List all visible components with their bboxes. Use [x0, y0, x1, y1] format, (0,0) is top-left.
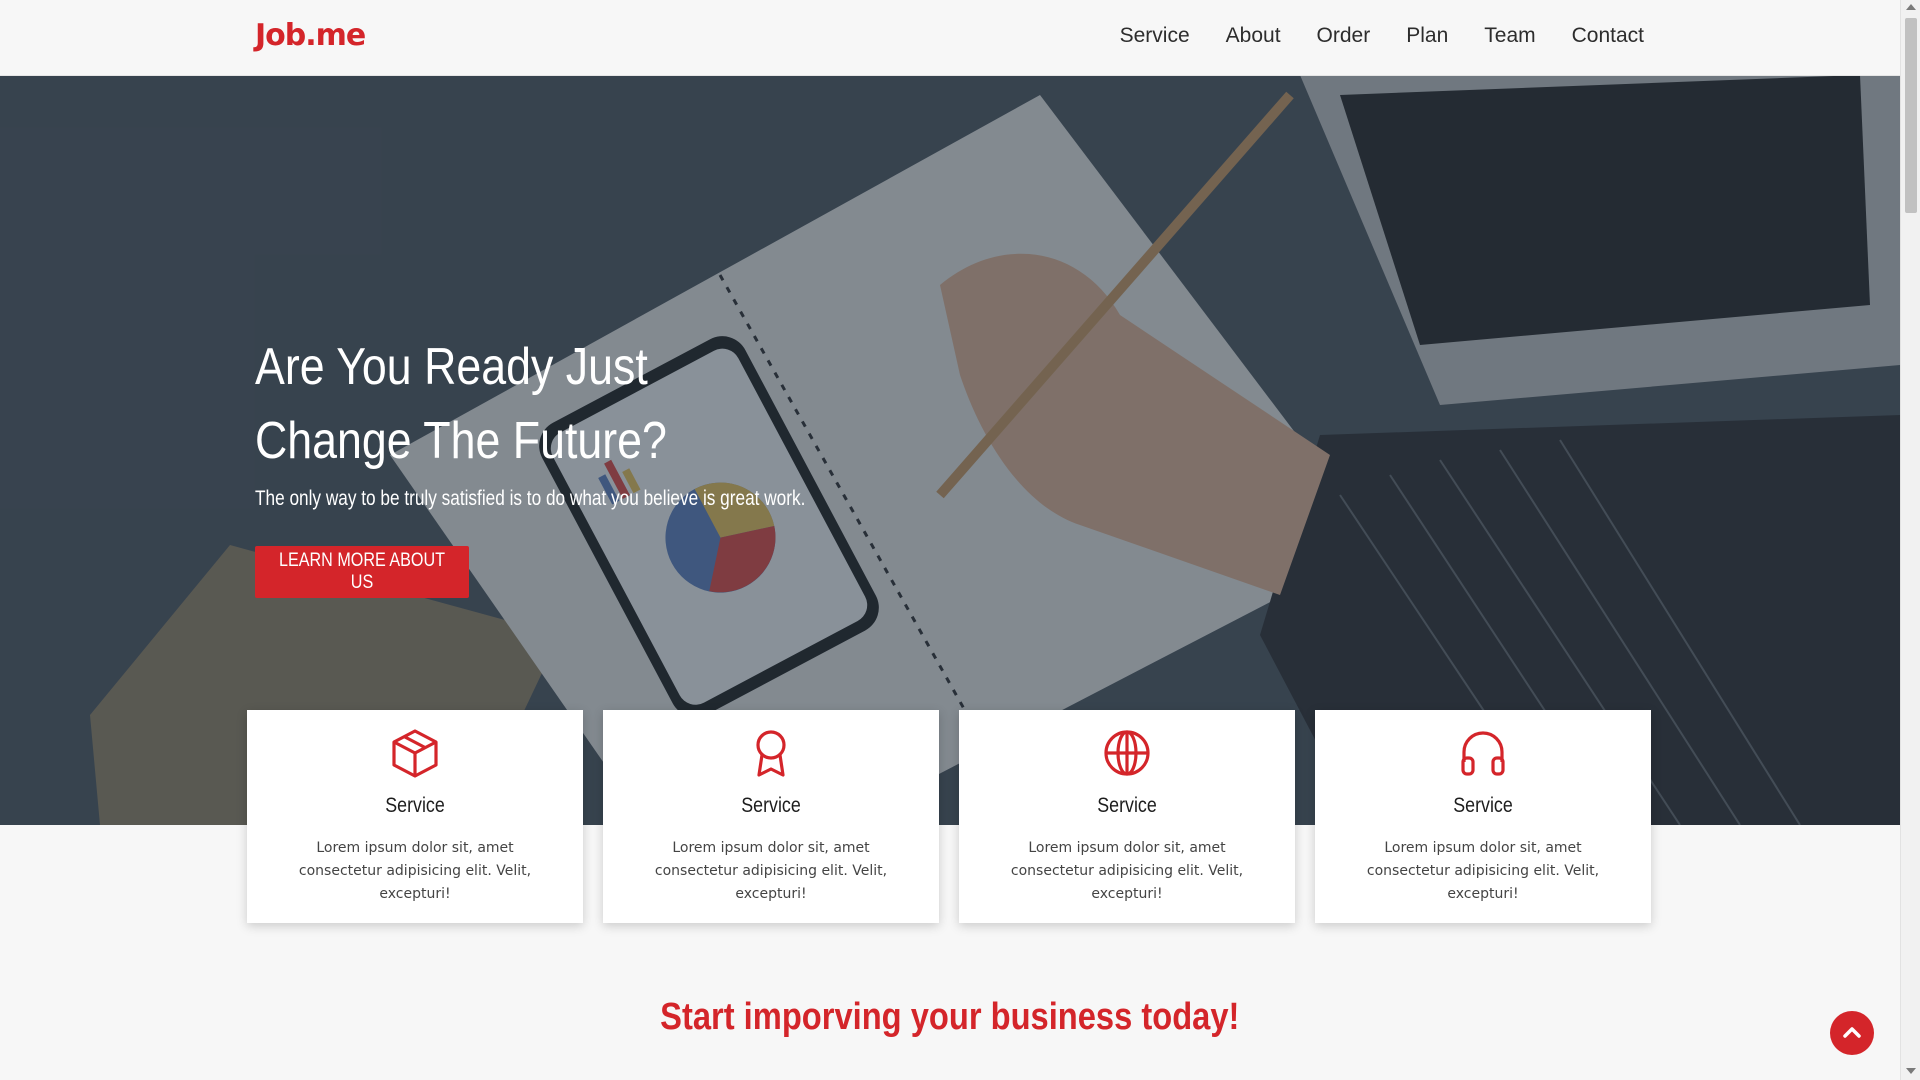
headphones-icon	[1461, 731, 1505, 776]
scroll-down-arrow[interactable]	[1906, 1068, 1916, 1074]
service-card-text: Lorem ipsum dolor sit, amet consectetur …	[1366, 840, 1600, 902]
service-card[interactable]: Service Lorem ipsum dolor sit, amet cons…	[603, 710, 939, 923]
service-card-text: Lorem ipsum dolor sit, amet consectetur …	[1010, 840, 1244, 902]
nav-link-plan[interactable]: Plan	[1406, 24, 1448, 48]
navbar: Job.me Service About Order Plan Team Con…	[0, 0, 1900, 76]
learn-more-label: LEARN MORE ABOUT US	[278, 550, 446, 593]
scroll-to-top-button[interactable]	[1830, 1011, 1874, 1055]
scroll-up-arrow[interactable]	[1906, 4, 1916, 10]
learn-more-button[interactable]: LEARN MORE ABOUT US	[255, 546, 469, 598]
main-nav: Service About Order Plan Team Contact	[1120, 24, 1644, 48]
box-icon	[392, 729, 438, 778]
nav-link-order[interactable]: Order	[1317, 24, 1371, 48]
hero-title: Are You Ready Just Change The Future?	[255, 338, 667, 470]
nav-link-contact[interactable]: Contact	[1572, 24, 1644, 48]
globe-icon	[1104, 730, 1150, 776]
service-card-title: Service	[1097, 794, 1157, 817]
service-card-title: Service	[741, 794, 801, 817]
page-scrollbar[interactable]	[1900, 0, 1920, 1080]
service-card-text: Lorem ipsum dolor sit, amet consectetur …	[298, 840, 532, 902]
service-cards: Service Lorem ipsum dolor sit, amet cons…	[247, 710, 1651, 923]
cta-heading: Start imporving your business today!	[660, 996, 1240, 1038]
chevron-up-icon	[1843, 1027, 1861, 1038]
service-card-text: Lorem ipsum dolor sit, amet consectetur …	[654, 840, 888, 902]
service-card[interactable]: Service Lorem ipsum dolor sit, amet cons…	[1315, 710, 1651, 923]
service-card[interactable]: Service Lorem ipsum dolor sit, amet cons…	[247, 710, 583, 923]
service-card[interactable]: Service Lorem ipsum dolor sit, amet cons…	[959, 710, 1295, 923]
hero-subtitle: The only way to be truly satisfied is to…	[255, 487, 806, 510]
service-card-title: Service	[385, 794, 445, 817]
award-icon	[756, 730, 786, 777]
nav-link-about[interactable]: About	[1226, 24, 1281, 48]
nav-link-team[interactable]: Team	[1484, 24, 1535, 48]
logo[interactable]: Job.me	[255, 18, 366, 53]
scrollbar-thumb[interactable]	[1905, 18, 1917, 213]
nav-link-service[interactable]: Service	[1120, 24, 1190, 48]
service-card-title: Service	[1453, 794, 1513, 817]
